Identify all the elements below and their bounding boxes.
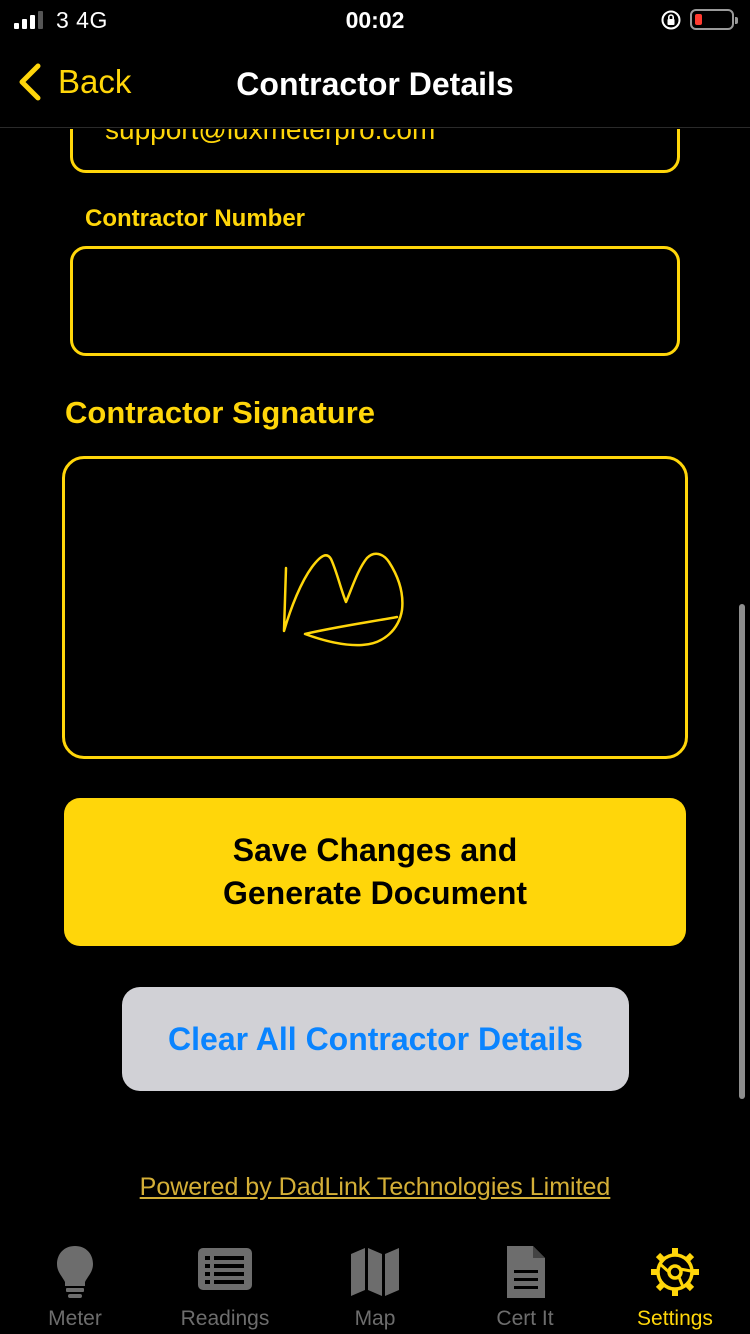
signature-pad[interactable]: [62, 456, 688, 759]
lightbulb-icon: [57, 1246, 93, 1298]
rotation-lock-icon: [661, 10, 681, 30]
save-and-generate-button[interactable]: Save Changes and Generate Document: [64, 798, 686, 946]
tab-readings[interactable]: Readings: [150, 1234, 300, 1334]
tab-label: Settings: [637, 1307, 713, 1330]
tab-meter[interactable]: Meter: [0, 1234, 150, 1334]
signature-heading: Contractor Signature: [65, 395, 376, 430]
vertical-scrollbar[interactable]: [739, 604, 745, 1099]
battery-icon: [690, 9, 738, 30]
tab-settings[interactable]: Settings: [600, 1234, 750, 1334]
map-icon: [351, 1248, 399, 1296]
list-icon: [198, 1248, 252, 1290]
status-bar: 3 4G 00:02: [0, 0, 750, 40]
contractor-number-input[interactable]: [73, 249, 677, 353]
email-field[interactable]: support@luxmeterpro.com: [70, 129, 680, 173]
tab-map[interactable]: Map: [300, 1234, 450, 1334]
tab-label: Readings: [180, 1307, 270, 1330]
document-icon: [507, 1246, 545, 1298]
contractor-details-screen: 3 4G 00:02 Back Contractor Details suppo…: [0, 0, 750, 1334]
email-value: support@luxmeterpro.com: [105, 129, 436, 145]
signature-drawing: [282, 552, 404, 647]
contractor-number-label: Contractor Number: [85, 205, 306, 232]
status-time: 00:02: [345, 7, 405, 33]
gear-icon: [651, 1248, 699, 1296]
form-scroll-area[interactable]: support@luxmeterpro.com Contractor Numbe…: [0, 129, 750, 1234]
clear-details-button[interactable]: Clear All Contractor Details: [122, 987, 629, 1091]
tab-label: Cert It: [496, 1307, 554, 1330]
tab-label: Map: [354, 1307, 396, 1330]
page-title: Contractor Details: [236, 66, 514, 102]
tab-label: Meter: [48, 1307, 102, 1330]
tab-cert-it[interactable]: Cert It: [450, 1234, 600, 1334]
clear-button-label: Clear All Contractor Details: [168, 1020, 583, 1057]
navigation-bar: Back Contractor Details: [0, 40, 750, 128]
battery-level-fill: [695, 14, 702, 25]
tab-bar: Meter Readings Map Cert It Settings: [0, 1234, 750, 1334]
save-button-label: Save Changes and Generate Document: [222, 832, 528, 911]
contractor-number-field[interactable]: [70, 246, 680, 356]
powered-by-link[interactable]: Powered by DadLink Technologies Limited: [0, 1173, 750, 1202]
